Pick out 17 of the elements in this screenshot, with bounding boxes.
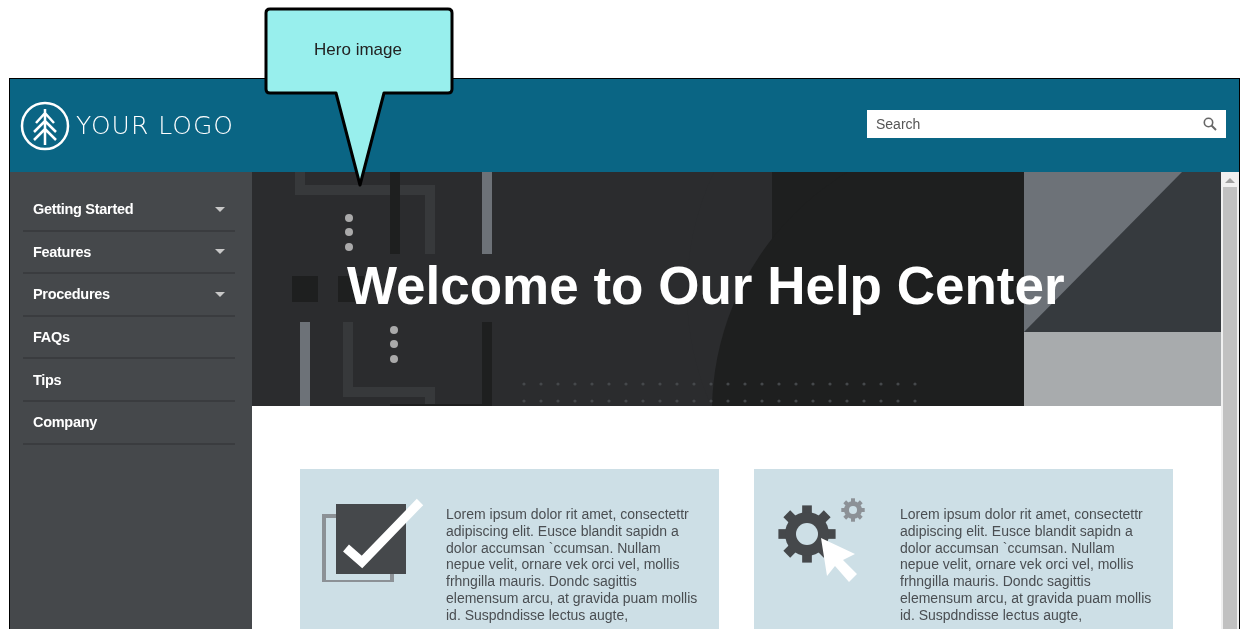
callout-label: Hero image <box>313 40 403 60</box>
card-text: Lorem ipsum dolor rit amet, consectettr adipiscing elit. Eusce blandit sapidn a dolor accumsan `ccumsan. Nullam nepue velit, ornare vek orci vel, mollis frhngilla mauris. Dondc sagittis elemensum arcu, at gravida puam mollis id. Suspdndisse lectus augte, <box>900 506 1153 624</box>
search-icon[interactable] <box>1203 116 1217 131</box>
sidebar-item[interactable]: Features <box>23 231 235 275</box>
tree-logo-icon <box>20 100 70 151</box>
search-field[interactable]: Search <box>867 109 1226 138</box>
sidebar-item[interactable]: Procedures <box>23 274 235 317</box>
sidebar-item[interactable]: Tips <box>23 359 235 402</box>
checkbox-icon <box>322 498 424 582</box>
sidebar-item[interactable]: Company <box>23 401 235 445</box>
sidebar-item[interactable]: FAQs <box>23 316 235 360</box>
card-text: Lorem ipsum dolor rit amet, consectettr adipiscing elit. Eusce blandit sapidn a dolor accumsan `ccumsan. Nullam nepue velit, ornare vek orci vel, mollis frhngilla mauris. Dondc sagittis elemensum arcu, at gravida puam mollis id. Suspdndisse lectus augte, <box>446 506 699 624</box>
logo-text: YOUR LOGO <box>76 111 234 140</box>
scroll-up-icon[interactable] <box>1225 177 1235 185</box>
sidebar-item[interactable]: Getting Started <box>23 189 235 232</box>
hero-title: Welcome to Our Help Center <box>347 254 1065 316</box>
scrollbar[interactable] <box>1221 172 1239 629</box>
